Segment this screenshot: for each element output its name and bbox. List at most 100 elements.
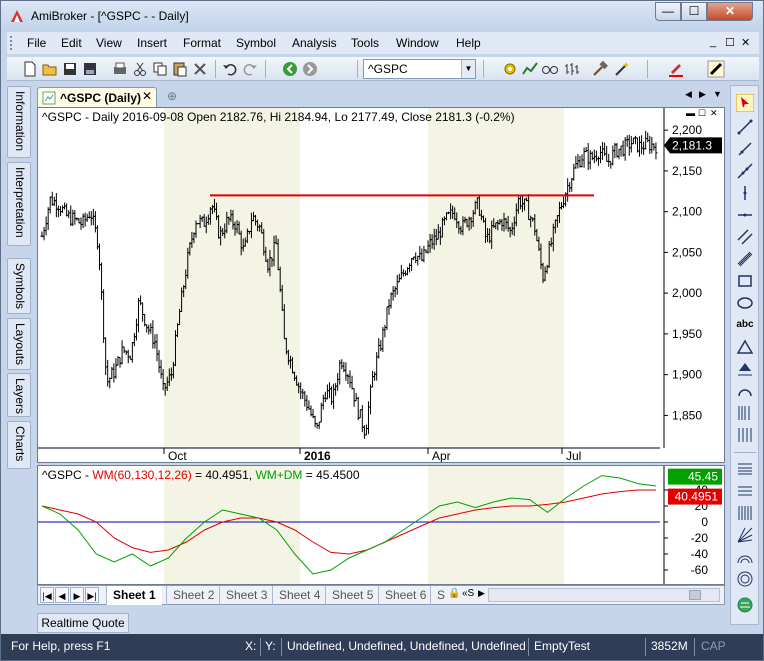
chevron-down-icon[interactable]: ▼ — [461, 60, 475, 78]
trendline-icon[interactable] — [736, 118, 754, 136]
minimize-button[interactable]: — — [655, 2, 681, 21]
arrow-up-icon[interactable] — [736, 360, 754, 378]
forward-icon[interactable] — [301, 60, 319, 78]
fibonacci-retracement-icon[interactable] — [736, 460, 754, 478]
vertical-line-icon[interactable] — [736, 184, 754, 202]
maximize-button[interactable]: ☐ — [681, 2, 707, 21]
sheet-last-button[interactable]: ▶| — [85, 587, 99, 603]
side-tab-charts[interactable]: Charts — [7, 421, 31, 469]
pointer-icon[interactable] — [736, 94, 754, 112]
realtime-quote-tab[interactable]: Realtime Quote — [37, 613, 129, 633]
color-icon[interactable] — [667, 60, 685, 78]
menu-window[interactable]: Window — [396, 36, 439, 50]
lock-icon[interactable]: 🔒 — [448, 588, 460, 599]
side-tab-layers[interactable]: Layers — [7, 373, 31, 417]
text-tool-icon[interactable]: abc — [736, 316, 754, 334]
sheet-next-button[interactable]: ▶ — [70, 587, 84, 603]
formula-icon[interactable] — [501, 60, 519, 78]
arc-icon[interactable] — [736, 382, 754, 400]
analysis-icon[interactable] — [521, 60, 539, 78]
y-tick-label: 2,200 — [672, 123, 702, 137]
globe-icon[interactable] — [736, 596, 754, 614]
cut-icon[interactable] — [131, 60, 149, 78]
ray-icon[interactable] — [736, 140, 754, 158]
save-all-icon[interactable] — [81, 60, 99, 78]
menu-format[interactable]: Format — [183, 36, 221, 50]
redo-icon[interactable] — [241, 60, 259, 78]
fibonacci-extension-icon[interactable] — [736, 482, 754, 500]
month-shade-band — [428, 108, 564, 448]
vertical-grid-icon[interactable] — [736, 504, 754, 522]
side-tab-label: Layouts — [13, 323, 27, 366]
cycles-icon[interactable] — [736, 426, 754, 444]
triangle-icon[interactable] — [736, 338, 754, 356]
scrollbar-thumb[interactable] — [689, 590, 701, 600]
indicator-chart-pane[interactable]: 40200-20-40-6045.4540.4951 ^GSPC - WM(60… — [37, 465, 725, 585]
price-chart-pane[interactable]: 2,200 2,150 2,100 2,050 2,000 1,950 1,900 1,850… — [37, 107, 725, 463]
fibonacci-arcs-icon[interactable] — [736, 548, 754, 566]
menu-analysis[interactable]: Analysis — [292, 36, 337, 50]
side-tab-layouts[interactable]: Layouts — [7, 318, 31, 370]
mdi-minimize-button[interactable]: _ — [710, 36, 716, 48]
menu-edit[interactable]: Edit — [61, 36, 82, 50]
side-tab-symbols[interactable]: Symbols — [7, 258, 31, 314]
save-icon[interactable] — [61, 60, 79, 78]
wand-icon[interactable] — [613, 60, 631, 78]
mdi-close-button[interactable]: ✕ — [741, 36, 750, 49]
parallel-lines-icon[interactable] — [736, 228, 754, 246]
menu-tools[interactable]: Tools — [351, 36, 379, 50]
menu-file[interactable]: File — [27, 36, 46, 50]
print-icon[interactable] — [111, 60, 129, 78]
fibonacci-circles-icon[interactable] — [736, 570, 754, 588]
ohlc-bar — [336, 372, 340, 391]
sheet-prev-button[interactable]: ◀ — [55, 587, 69, 603]
delete-icon[interactable] — [191, 60, 209, 78]
menu-insert[interactable]: Insert — [137, 36, 167, 50]
close-button[interactable]: ✕ — [707, 2, 753, 21]
doc-tab-gspc[interactable]: ^GSPC (Daily) ✕ — [37, 87, 157, 107]
side-tab-information[interactable]: Information — [7, 86, 31, 158]
sheet-tab-5[interactable]: Sheet 5 — [325, 586, 379, 605]
sheet-tab-4[interactable]: Sheet 4 — [272, 586, 326, 605]
pane-minimize-button[interactable]: ▬ — [686, 108, 695, 118]
back-icon[interactable] — [281, 60, 299, 78]
menu-symbol[interactable]: Symbol — [236, 36, 276, 50]
fibonacci-timezones-icon[interactable] — [736, 404, 754, 422]
sheet-first-button[interactable]: |◀ — [40, 587, 54, 603]
sheet-scroll-left-icon[interactable]: «S — [462, 588, 474, 599]
sheet-tab-6[interactable]: Sheet 6 — [378, 586, 432, 605]
undo-icon[interactable] — [221, 60, 239, 78]
doc-next-icon[interactable]: ▶ — [699, 89, 706, 100]
sheet-tab-2[interactable]: Sheet 2 — [166, 586, 220, 605]
horizontal-line-icon[interactable] — [736, 206, 754, 224]
sheet-scroll-right-icon[interactable]: ▶ — [478, 588, 485, 599]
symbol-combobox[interactable]: ^GSPC ▼ — [363, 59, 476, 79]
new-icon[interactable] — [21, 60, 39, 78]
rectangle-icon[interactable] — [736, 272, 754, 290]
sheet-tab-1[interactable]: Sheet 1 — [106, 586, 162, 605]
side-tab-interpretation[interactable]: Interpretation — [7, 162, 31, 246]
pane-close-button[interactable]: ✕ — [710, 108, 718, 119]
hammer-icon[interactable] — [591, 60, 609, 78]
doc-list-icon[interactable]: ▼ — [713, 89, 722, 99]
ellipse-icon[interactable] — [736, 294, 754, 312]
new-tab-icon[interactable]: ⊕ — [167, 89, 177, 103]
extended-line-icon[interactable] — [736, 162, 754, 180]
gann-fan-icon[interactable] — [736, 526, 754, 544]
bars-icon[interactable] — [563, 60, 581, 78]
mdi-restore-button[interactable]: ☐ — [725, 36, 735, 49]
channel-icon[interactable] — [736, 250, 754, 268]
open-icon[interactable] — [41, 60, 59, 78]
paste-icon[interactable] — [171, 60, 189, 78]
doc-prev-icon[interactable]: ◀ — [685, 89, 692, 100]
pen-icon[interactable] — [707, 60, 725, 78]
doc-tab-close-icon[interactable]: ✕ — [142, 89, 152, 103]
menu-view[interactable]: View — [96, 36, 122, 50]
copy-icon[interactable] — [151, 60, 169, 78]
horizontal-scrollbar[interactable] — [488, 588, 720, 602]
pane-maximize-button[interactable]: ☐ — [698, 108, 706, 119]
menu-help[interactable]: Help — [456, 36, 481, 50]
glasses-icon[interactable] — [541, 60, 559, 78]
sheet-tab-3[interactable]: Sheet 3 — [219, 586, 273, 605]
indicator-pane-title: ^GSPC - WM(60,130,12,26) = 40.4951, WM+D… — [42, 468, 360, 482]
